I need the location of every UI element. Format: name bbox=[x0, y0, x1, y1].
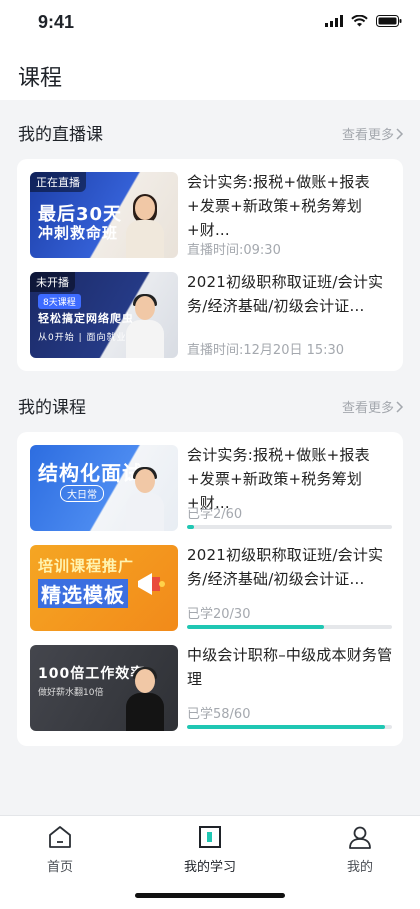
course-more-link[interactable]: 查看更多 bbox=[342, 397, 404, 416]
thumb-subline: 精选模板 bbox=[38, 579, 128, 608]
tab-label: 我的学习 bbox=[183, 860, 236, 875]
instructor-image bbox=[122, 667, 168, 731]
course-item[interactable]: 培训课程推广 精选模板 2021初级职称取证班/会计实务/经济基础/初级会计证.… bbox=[30, 545, 392, 631]
live-time: 直播时间:09:30 bbox=[187, 243, 281, 258]
thumb-subline: 从0开始 | 面向就业 bbox=[38, 333, 127, 343]
progress-text: 已学2/60 bbox=[187, 507, 243, 522]
instructor-image bbox=[122, 194, 168, 258]
live-status-tag: 正在直播 bbox=[30, 172, 86, 192]
status-icons bbox=[325, 15, 402, 27]
live-course-item[interactable]: 正在直播 最后30天 冲刺救命班 会计实务:报税+做账+报表+发票+新政策+税务… bbox=[30, 172, 392, 258]
thumb-subline: 大日常 bbox=[60, 485, 104, 502]
chevron-right-icon bbox=[396, 127, 404, 140]
live-more-link[interactable]: 查看更多 bbox=[342, 124, 404, 143]
tab-profile[interactable]: 我的 bbox=[320, 824, 400, 875]
progress-fill bbox=[187, 625, 324, 629]
live-status-tag: 未开播 bbox=[30, 272, 75, 292]
course-more-label: 查看更多 bbox=[341, 401, 394, 416]
chevron-right-icon bbox=[396, 400, 404, 413]
progress-bar bbox=[187, 525, 392, 529]
thumb-headline: 轻松搞定网络爬虫 bbox=[38, 312, 134, 325]
live-time: 直播时间:12月20日 15:30 bbox=[187, 343, 345, 358]
tab-label: 首页 bbox=[46, 860, 73, 875]
live-course-card: 正在直播 最后30天 冲刺救命班 会计实务:报税+做账+报表+发票+新政策+税务… bbox=[17, 159, 403, 371]
progress-fill bbox=[187, 725, 386, 729]
page-title: 课程 bbox=[18, 66, 63, 91]
status-bar: 9:41 bbox=[0, 0, 420, 48]
thumb-headline: 培训课程推广 bbox=[38, 557, 135, 575]
course-item[interactable]: 100倍工作效率 做好薪水翻10倍 中级会计职称–中级成本财务管理 已学58/6… bbox=[30, 645, 392, 731]
course-thumbnail: 培训课程推广 精选模板 bbox=[30, 545, 178, 631]
signal-icon bbox=[325, 15, 343, 27]
tab-my-study[interactable]: 我的学习 bbox=[170, 824, 250, 875]
instructor-image bbox=[122, 294, 168, 358]
course-thumbnail: 结构化面试 大日常 bbox=[30, 445, 178, 531]
profile-icon bbox=[349, 826, 371, 849]
course-thumbnail: 未开播 8天课程 轻松搞定网络爬虫 从0开始 | 面向就业 bbox=[30, 272, 178, 358]
thumb-subline: 冲刺救命班 bbox=[38, 224, 119, 242]
wifi-icon bbox=[351, 15, 368, 27]
battery-icon bbox=[376, 15, 402, 27]
progress-fill bbox=[187, 525, 194, 529]
home-icon bbox=[49, 826, 71, 848]
course-thumbnail: 正在直播 最后30天 冲刺救命班 bbox=[30, 172, 178, 258]
thumb-subline: 做好薪水翻10倍 bbox=[38, 688, 104, 698]
course-section-title: 我的课程 bbox=[18, 398, 86, 418]
live-section-header: 我的直播课 查看更多 bbox=[0, 112, 420, 152]
progress-bar bbox=[187, 725, 392, 729]
course-thumbnail: 100倍工作效率 做好薪水翻10倍 bbox=[30, 645, 178, 731]
tab-label: 我的 bbox=[346, 860, 373, 875]
progress-text: 已学58/60 bbox=[187, 707, 251, 722]
progress-bar bbox=[187, 625, 392, 629]
my-course-card: 结构化面试 大日常 会计实务:报税+做账+报表+发票+新政策+税务筹划+财...… bbox=[17, 432, 403, 746]
live-course-item[interactable]: 未开播 8天课程 轻松搞定网络爬虫 从0开始 | 面向就业 2021初级职称取证… bbox=[30, 272, 392, 358]
course-title: 2021初级职称取证班/会计实务/经济基础/初级会计证... bbox=[187, 273, 384, 315]
study-icon bbox=[199, 826, 221, 848]
tab-home[interactable]: 首页 bbox=[20, 824, 100, 875]
course-section-header: 我的课程 查看更多 bbox=[0, 385, 420, 425]
status-time: 9:41 bbox=[38, 12, 75, 32]
course-title: 会计实务:报税+做账+报表+发票+新政策+税务筹划+财... bbox=[187, 173, 370, 239]
course-title: 2021初级职称取证班/会计实务/经济基础/初级会计证... bbox=[187, 546, 384, 588]
course-length-badge: 8天课程 bbox=[38, 294, 81, 309]
course-title: 中级会计职称–中级成本财务管理 bbox=[187, 646, 393, 688]
course-item[interactable]: 结构化面试 大日常 会计实务:报税+做账+报表+发票+新政策+税务筹划+财...… bbox=[30, 445, 392, 531]
home-indicator bbox=[135, 893, 285, 898]
live-more-label: 查看更多 bbox=[341, 128, 394, 143]
instructor-image bbox=[122, 467, 168, 531]
progress-text: 已学20/30 bbox=[187, 607, 251, 622]
live-section-title: 我的直播课 bbox=[18, 125, 103, 145]
megaphone-icon bbox=[138, 573, 165, 595]
page-header: 课程 bbox=[0, 48, 420, 100]
